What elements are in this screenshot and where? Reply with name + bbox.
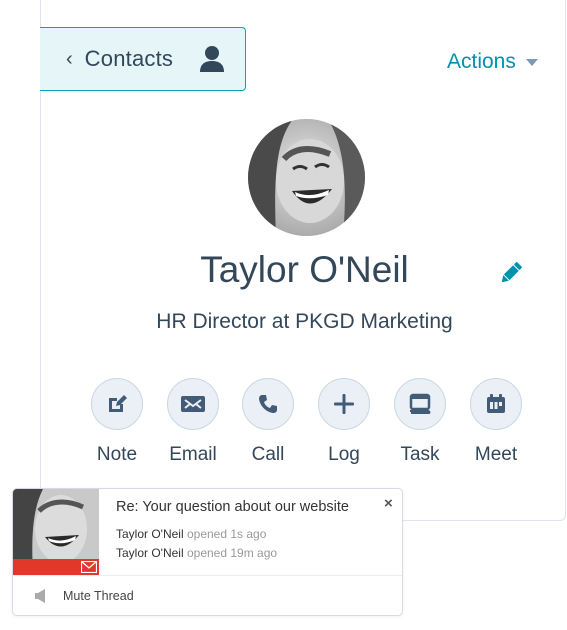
- log-action-button[interactable]: Log: [314, 378, 374, 466]
- mute-thread-button[interactable]: Mute Thread: [13, 576, 402, 616]
- phone-icon: [259, 395, 277, 413]
- event-contact: Taylor O'Neil: [116, 527, 184, 541]
- plus-icon: [334, 394, 354, 414]
- log-action-label: Log: [328, 444, 360, 465]
- email-open-notification[interactable]: Re: Your question about our website × Ta…: [12, 488, 403, 616]
- avatar-photo: [248, 119, 365, 236]
- task-icon: [409, 393, 431, 414]
- meet-action-circle: [470, 378, 522, 430]
- pencil-icon[interactable]: [498, 260, 524, 286]
- event-description: opened 1s ago: [186, 527, 267, 541]
- back-to-contacts-label: Contacts: [84, 46, 174, 71]
- calendar-icon: [487, 394, 505, 413]
- contact-avatar: [248, 119, 365, 236]
- chevron-left-icon: ‹: [66, 48, 73, 70]
- contact-name: Taylor O'Neil: [200, 249, 409, 290]
- task-action-circle: [394, 378, 446, 430]
- speaker-muted-icon: [35, 589, 45, 603]
- task-action-button[interactable]: Task: [390, 378, 450, 466]
- task-action-label: Task: [400, 444, 440, 465]
- contact-job-title: HR Director at PKGD Marketing: [156, 310, 453, 333]
- log-action-circle: [318, 378, 370, 430]
- note-action-button[interactable]: Note: [87, 378, 147, 466]
- notification-event: Taylor O'Neil opened 1s ago: [116, 527, 266, 541]
- mute-thread-label: Mute Thread: [63, 589, 134, 603]
- call-action-circle: [242, 378, 294, 430]
- email-action-label: Email: [169, 444, 217, 465]
- person-icon: [200, 46, 225, 72]
- actions-dropdown[interactable]: Actions: [447, 47, 538, 77]
- note-action-circle: [91, 378, 143, 430]
- caret-down-icon: [525, 58, 538, 66]
- email-action-circle: [167, 378, 219, 430]
- call-action-button[interactable]: Call: [238, 378, 298, 466]
- notification-title: Re: Your question about our website: [116, 499, 349, 515]
- envelope-icon: [181, 396, 205, 412]
- note-action-label: Note: [96, 444, 138, 465]
- notification-event: Taylor O'Neil opened 19m ago: [116, 546, 277, 560]
- meet-action-button[interactable]: Meet: [466, 378, 526, 466]
- event-description: opened 19m ago: [186, 546, 278, 560]
- close-icon[interactable]: ×: [384, 495, 393, 512]
- meet-action-label: Meet: [474, 444, 518, 465]
- note-edit-icon: [109, 395, 127, 412]
- back-to-contacts-button[interactable]: ‹ Contacts: [40, 27, 246, 91]
- email-action-button[interactable]: Email: [163, 378, 223, 466]
- event-contact: Taylor O'Neil: [116, 546, 184, 560]
- actions-label: Actions: [447, 50, 516, 73]
- call-action-label: Call: [251, 444, 285, 465]
- envelope-icon: [81, 561, 97, 573]
